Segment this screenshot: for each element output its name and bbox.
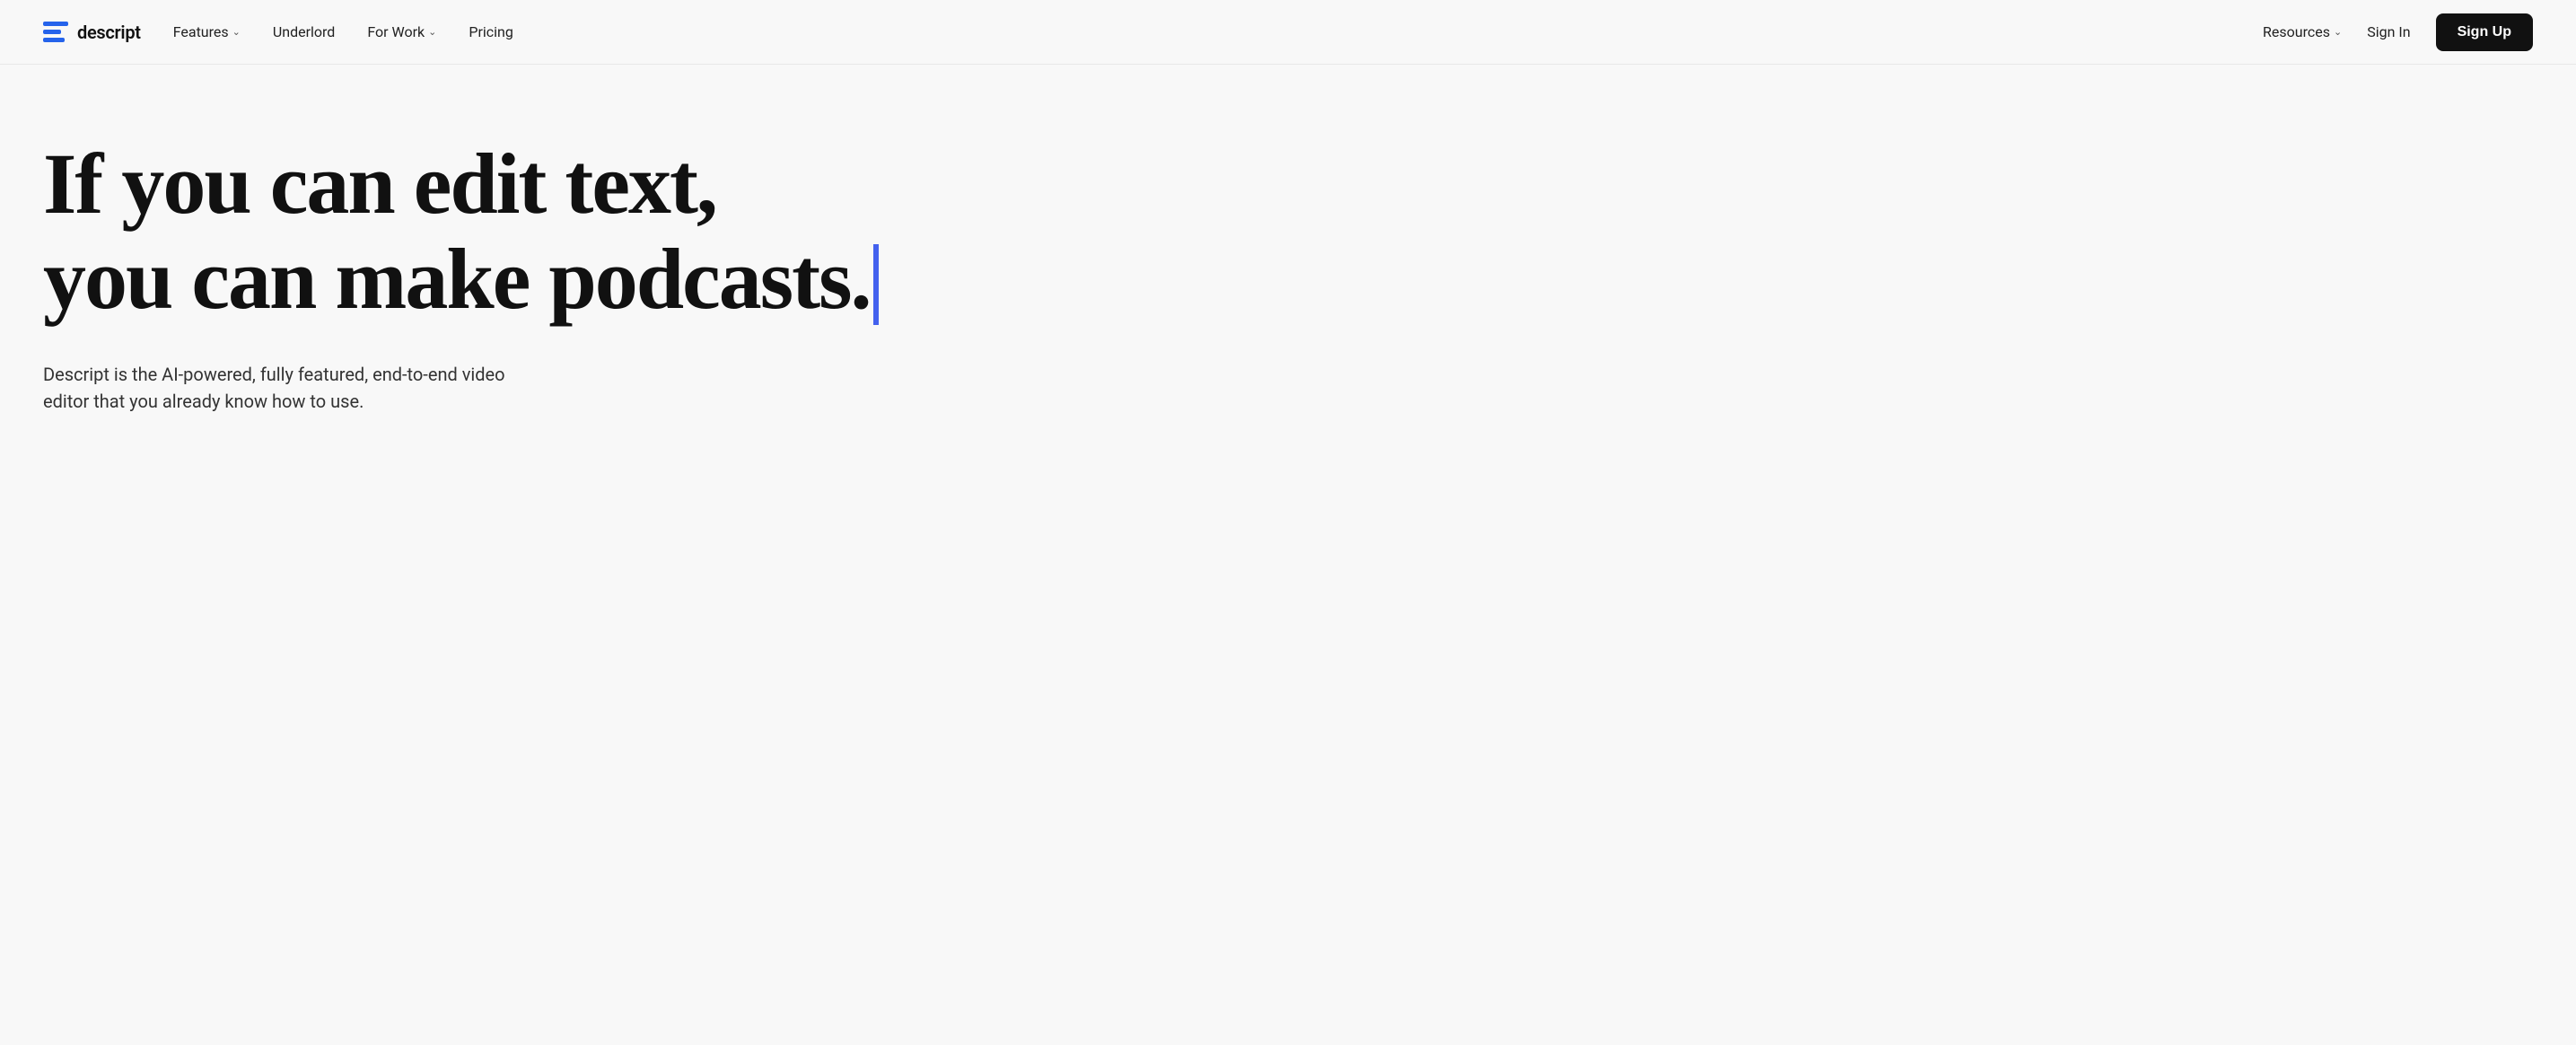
logo-text: descript [77,22,141,43]
nav-item-features[interactable]: Features ⌄ [173,23,241,40]
logo-icon [43,22,68,42]
chevron-down-icon-3: ⌄ [2334,26,2342,38]
logo-bar-3 [43,38,65,42]
chevron-down-icon-2: ⌄ [428,26,436,38]
nav-item-underlord-label: Underlord [273,23,335,40]
nav-left: descript Features ⌄ Underlord For Work ⌄… [43,22,513,43]
nav-item-for-work[interactable]: For Work ⌄ [367,23,436,40]
nav-item-resources-label: Resources [2263,23,2330,40]
logo-bar-2 [43,30,61,34]
chevron-down-icon: ⌄ [232,26,241,38]
main-nav: descript Features ⌄ Underlord For Work ⌄… [0,0,2576,65]
nav-item-pricing[interactable]: Pricing [469,23,513,40]
hero-subtext: Descript is the AI-powered, fully featur… [43,361,528,415]
nav-item-features-label: Features [173,23,229,40]
hero-section: If you can edit text, you can make podca… [0,65,1257,469]
hero-headline: If you can edit text, you can make podca… [43,136,1214,329]
nav-right: Resources ⌄ Sign In Sign Up [2263,13,2533,51]
nav-item-resources[interactable]: Resources ⌄ [2263,23,2342,40]
logo-bar-1 [43,22,68,26]
cursor-line [873,244,879,325]
nav-item-for-work-label: For Work [367,23,425,40]
logo[interactable]: descript [43,22,141,43]
hero-headline-line2: you can make podcasts. [43,231,870,327]
nav-item-pricing-label: Pricing [469,23,513,40]
hero-headline-line1: If you can edit text, [43,136,716,232]
sign-up-button[interactable]: Sign Up [2436,13,2533,51]
sign-in-button[interactable]: Sign In [2367,23,2410,40]
nav-item-underlord[interactable]: Underlord [273,23,335,40]
